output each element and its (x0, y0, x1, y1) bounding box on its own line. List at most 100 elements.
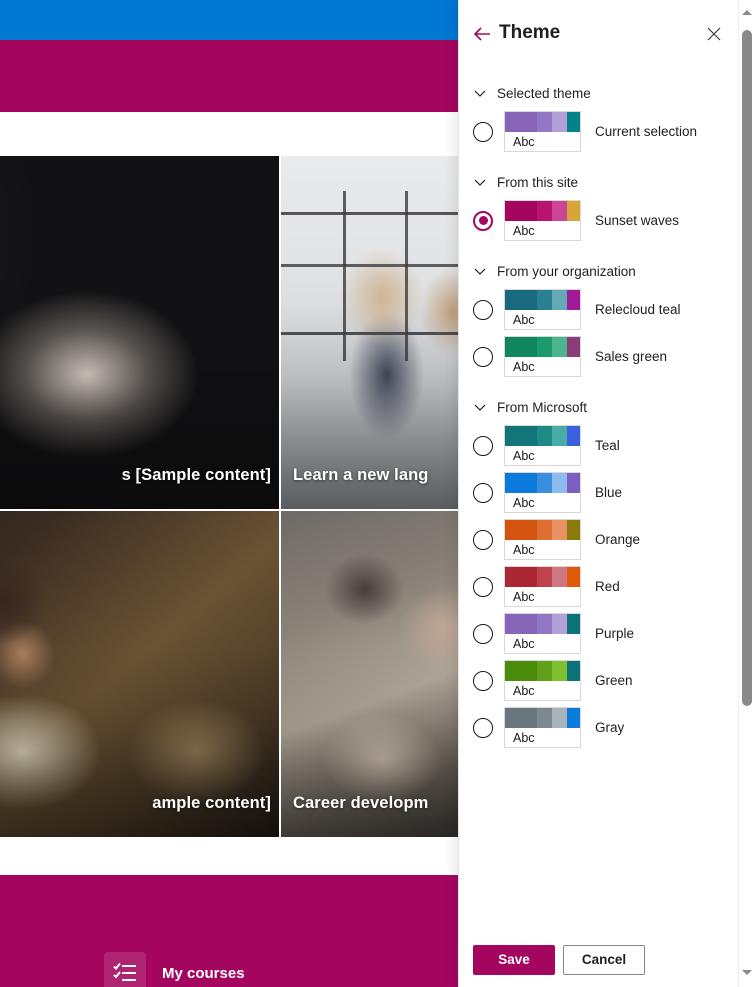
theme-option-purple[interactable]: Abc Purple (459, 610, 754, 657)
theme-option-red[interactable]: Abc Red (459, 563, 754, 610)
theme-radio[interactable] (473, 435, 493, 456)
save-button[interactable]: Save (473, 944, 555, 975)
swatch-band-3 (551, 201, 567, 221)
theme-swatch-sample-text: Abc (513, 589, 535, 604)
swatch-band-1 (505, 426, 537, 446)
swatch-band-2 (536, 290, 552, 310)
theme-swatch-sample-text: Abc (513, 636, 535, 651)
theme-radio[interactable] (473, 482, 493, 503)
swatch-band-2 (536, 473, 552, 493)
theme-swatch-sample-text: Abc (513, 542, 535, 557)
theme-swatch-sample-text: Abc (513, 730, 535, 745)
theme-option-sales-green[interactable]: Abc Sales green (459, 333, 754, 380)
swatch-band-3 (551, 708, 567, 728)
theme-radio[interactable] (473, 529, 493, 550)
my-courses-button[interactable]: My courses (104, 952, 245, 987)
swatch-band-4 (566, 473, 580, 493)
theme-option-label: Purple (595, 626, 635, 641)
checklist-icon (104, 952, 146, 987)
theme-option-teal[interactable]: Abc Teal (459, 422, 754, 469)
theme-radio[interactable] (473, 299, 493, 320)
theme-swatch: Abc (504, 566, 581, 607)
scroll-down-arrow-icon[interactable] (739, 964, 754, 981)
cancel-button[interactable]: Cancel (563, 944, 645, 975)
hero-card[interactable]: Learn a new lang (280, 155, 458, 510)
theme-option-label: Relecloud teal (595, 302, 681, 317)
theme-swatch-colors (505, 567, 580, 587)
swatch-band-4 (566, 708, 580, 728)
swatch-band-2 (536, 520, 552, 540)
swatch-band-2 (536, 567, 552, 587)
swatch-band-1 (505, 290, 537, 310)
theme-option-label: Sunset waves (595, 213, 680, 228)
section-header-from-microsoft[interactable]: From Microsoft (459, 392, 754, 422)
theme-swatch: Abc (504, 425, 581, 466)
swatch-band-1 (505, 520, 537, 540)
scrollbar-thumb[interactable] (742, 30, 752, 706)
swatch-band-4 (566, 520, 580, 540)
section-label: Selected theme (497, 85, 591, 101)
section-header-from-your-organization[interactable]: From your organization (459, 256, 754, 286)
theme-option-current-selection[interactable]: Abc Current selection (459, 108, 754, 155)
theme-option-label: Sales green (595, 349, 668, 364)
theme-radio[interactable] (473, 623, 493, 644)
swatch-band-4 (566, 614, 580, 634)
swatch-band-1 (505, 567, 537, 587)
section-header-selected-theme[interactable]: Selected theme (459, 78, 754, 108)
theme-option-label: Blue (595, 485, 623, 500)
scroll-up-arrow-icon[interactable] (739, 4, 754, 21)
theme-option-blue[interactable]: Abc Blue (459, 469, 754, 516)
theme-option-relecloud-teal[interactable]: Abc Relecloud teal (459, 286, 754, 333)
swatch-band-1 (505, 337, 537, 357)
page-title: Theme (499, 22, 561, 43)
hero-card-caption: s [Sample content] (121, 466, 271, 484)
theme-radio[interactable] (473, 210, 493, 231)
swatch-band-2 (536, 112, 552, 132)
theme-swatch-colors (505, 112, 580, 132)
theme-swatch-sample-text: Abc (513, 683, 535, 698)
swatch-band-1 (505, 661, 537, 681)
section-header-from-this-site[interactable]: From this site (459, 167, 754, 197)
theme-option-green[interactable]: Abc Green (459, 657, 754, 704)
theme-swatch-sample-text: Abc (513, 223, 535, 238)
theme-option-label: Gray (595, 720, 625, 735)
hero-card-caption: ample content] (152, 794, 271, 812)
theme-swatch-sample-text: Abc (513, 312, 535, 327)
swatch-band-4 (566, 290, 580, 310)
theme-list: Selected theme Abc Current selection Fro… (459, 66, 754, 932)
theme-panel: Theme Selected theme Abc Current selecti… (458, 0, 754, 987)
panel-scrollbar[interactable] (738, 0, 754, 987)
theme-radio[interactable] (473, 670, 493, 691)
theme-option-orange[interactable]: Abc Orange (459, 516, 754, 563)
theme-radio[interactable] (473, 717, 493, 738)
site-header-banner (0, 40, 458, 112)
theme-radio[interactable] (473, 576, 493, 597)
theme-swatch-sample-text: Abc (513, 448, 535, 463)
swatch-band-4 (566, 337, 580, 357)
theme-option-label: Red (595, 579, 620, 594)
swatch-band-4 (566, 112, 580, 132)
theme-swatch-colors (505, 520, 580, 540)
theme-option-label: Green (595, 673, 633, 688)
theme-option-gray[interactable]: Abc Gray (459, 704, 754, 751)
swatch-band-2 (536, 426, 552, 446)
back-arrow-icon[interactable] (471, 23, 493, 45)
close-icon[interactable] (703, 23, 725, 45)
theme-swatch: Abc (504, 519, 581, 560)
hero-card[interactable]: s [Sample content] (0, 155, 280, 510)
hero-card[interactable]: ample content] (0, 510, 280, 838)
theme-swatch-sample-text: Abc (513, 359, 535, 374)
theme-option-sunset-waves[interactable]: Abc Sunset waves (459, 197, 754, 244)
swatch-band-1 (505, 473, 537, 493)
section-label: From this site (497, 174, 579, 190)
swatch-band-3 (551, 290, 567, 310)
theme-swatch: Abc (504, 111, 581, 152)
hero-card[interactable]: Career developm (280, 510, 458, 838)
theme-radio[interactable] (473, 346, 493, 367)
theme-swatch: Abc (504, 289, 581, 330)
theme-radio[interactable] (473, 121, 493, 142)
swatch-band-4 (566, 567, 580, 587)
my-courses-label: My courses (162, 964, 245, 982)
swatch-band-1 (505, 614, 537, 634)
swatch-band-3 (551, 661, 567, 681)
